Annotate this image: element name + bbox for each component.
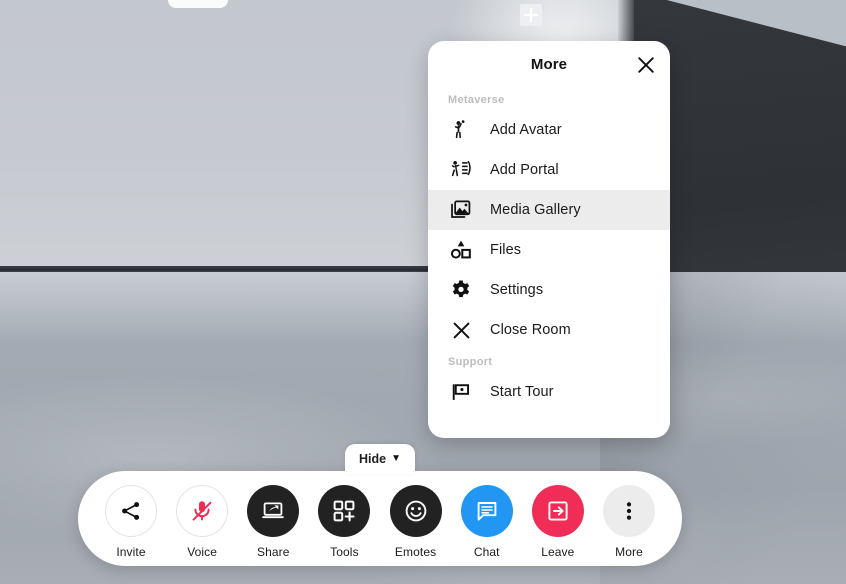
toolbar-label: Invite (116, 545, 146, 559)
chevron-down-icon: ▼ (391, 453, 401, 464)
section-label-metaverse: Metaverse (448, 94, 505, 106)
scene-crosshair-marker[interactable] (520, 4, 542, 26)
tools-circle (318, 485, 371, 537)
menu-item-add-portal[interactable]: Add Portal (428, 150, 670, 190)
menu-item-label: Close Room (490, 322, 571, 338)
toolbar-button-invite[interactable]: Invite (100, 485, 162, 559)
section-label-support: Support (448, 356, 493, 368)
menu-item-label: Media Gallery (490, 202, 581, 218)
close-x-icon (448, 317, 474, 343)
menu-item-add-avatar[interactable]: Add Avatar (428, 110, 670, 150)
menu-item-label: Settings (490, 282, 544, 298)
toolbar-label: Voice (187, 545, 218, 559)
exit-door-icon (548, 501, 568, 521)
menu-item-media-gallery[interactable]: Media Gallery (428, 190, 670, 230)
leave-circle (531, 485, 584, 537)
toolbar-label: Emotes (394, 545, 437, 559)
shapes-files-icon (448, 237, 474, 263)
emotes-circle (389, 485, 442, 537)
smiley-icon (405, 500, 426, 522)
image-gallery-icon (448, 197, 474, 223)
toolbar-button-emotes[interactable]: Emotes (385, 485, 447, 559)
menu-item-files[interactable]: Files (428, 230, 670, 270)
menu-item-label: Files (490, 242, 522, 258)
scene-object-panel[interactable] (168, 0, 228, 8)
close-icon (638, 57, 654, 73)
gear-icon (448, 277, 474, 303)
portal-icon (448, 157, 474, 183)
flag-icon (448, 379, 474, 405)
toolbar-label: Tools (330, 545, 359, 559)
toolbar-button-chat[interactable]: Chat (456, 485, 518, 559)
toolbar-button-voice[interactable]: Voice (171, 485, 233, 559)
screen-share-icon (262, 502, 285, 519)
toolbar-button-leave[interactable]: Leave (527, 485, 589, 559)
bottom-toolbar: Invite Voice Share Tools Emotes Chat Lea… (78, 471, 682, 566)
grid-plus-icon (334, 500, 355, 522)
toolbar-button-tools[interactable]: Tools (313, 485, 375, 559)
share-circle (247, 485, 300, 537)
menu-item-label: Start Tour (490, 384, 554, 400)
share-nodes-icon (122, 502, 140, 520)
app-root: More Metaverse Add Avatar Add Portal Med… (0, 0, 846, 584)
menu-item-start-tour[interactable]: Start Tour (428, 372, 670, 412)
more-circle (602, 485, 655, 537)
hide-label: Hide (359, 452, 387, 466)
mic-muted-icon (192, 501, 212, 521)
toolbar-button-share[interactable]: Share (242, 485, 304, 559)
avatar-icon (448, 117, 474, 143)
chat-bubble-icon (477, 502, 497, 521)
toolbar-button-more[interactable]: More (598, 485, 660, 559)
dots-vertical-icon (626, 502, 632, 520)
close-button[interactable] (630, 49, 662, 81)
menu-item-label: Add Portal (490, 162, 559, 178)
hide-toolbar-button[interactable]: Hide ▼ (345, 444, 415, 474)
more-menu-header: More (428, 41, 670, 88)
invite-circle (105, 485, 157, 537)
voice-circle (176, 485, 229, 537)
menu-item-label: Add Avatar (490, 122, 562, 138)
more-menu-panel: More Metaverse Add Avatar Add Portal Med… (428, 41, 670, 438)
menu-item-close-room[interactable]: Close Room (428, 310, 670, 350)
toolbar-label: More (615, 545, 643, 559)
toolbar-label: Leave (541, 545, 575, 559)
panel-title: More (530, 56, 568, 73)
toolbar-label: Chat (473, 545, 500, 559)
toolbar-label: Share (257, 545, 290, 559)
menu-item-settings[interactable]: Settings (428, 270, 670, 310)
chat-circle (460, 485, 513, 537)
